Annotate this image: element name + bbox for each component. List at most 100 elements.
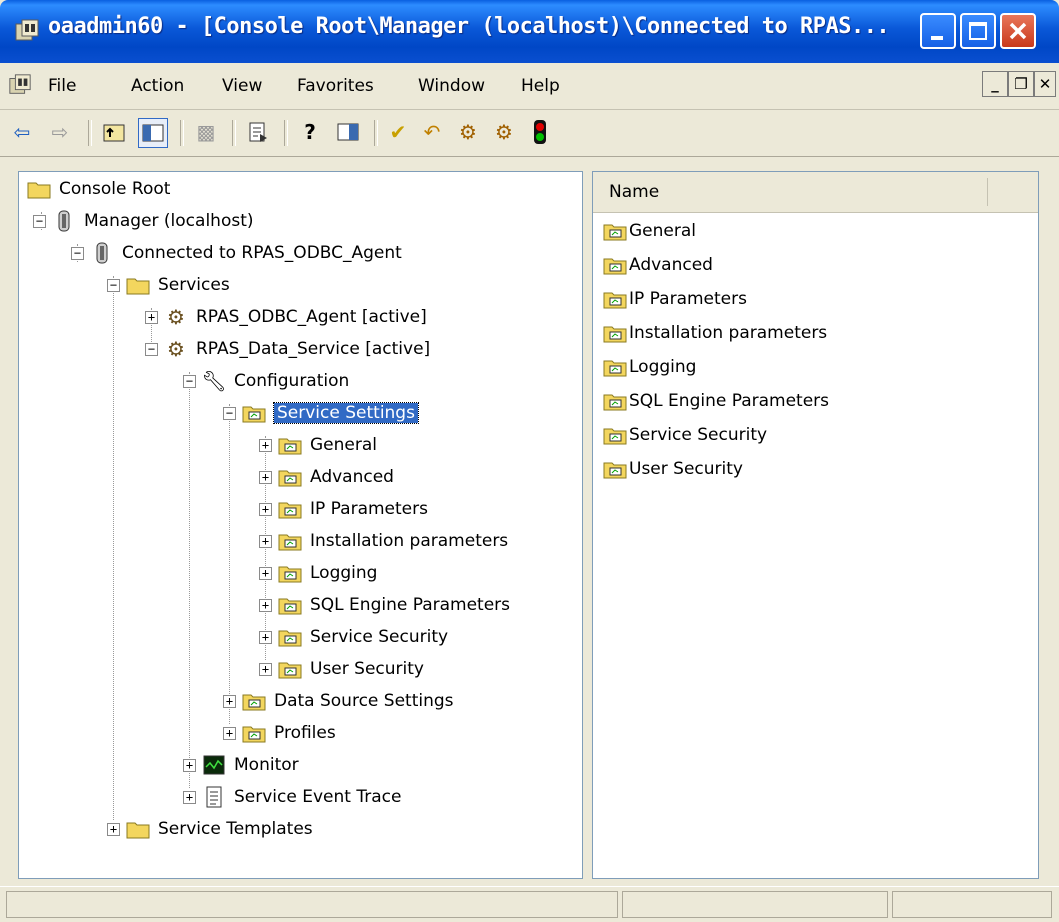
collapse-icon[interactable]: − — [33, 214, 46, 228]
expand-icon[interactable]: + — [183, 790, 196, 804]
monitor-icon — [202, 754, 226, 776]
start-service-button[interactable]: ⚙ — [454, 118, 482, 146]
tree-item-profiles[interactable]: + Profiles — [223, 718, 336, 748]
tree-item-logging[interactable]: + Logging — [259, 558, 377, 588]
menu-window[interactable]: Window — [418, 76, 485, 96]
child-close-button[interactable]: ✕ — [1034, 71, 1056, 97]
show-hide-console-tree-button[interactable] — [138, 118, 168, 148]
traffic-light-icon — [534, 120, 546, 144]
collapse-icon[interactable]: − — [223, 406, 236, 420]
expand-icon[interactable]: + — [259, 502, 272, 516]
child-restore-button[interactable]: ❐ — [1008, 71, 1034, 97]
details-pane[interactable]: Name General Advanced IP Parameters Inst… — [592, 171, 1039, 879]
title-bar[interactable]: oaadmin60 - [Console Root\Manager (local… — [0, 0, 1059, 63]
list-item[interactable]: Service Security — [603, 420, 767, 450]
tree-label: Console Root — [59, 179, 171, 199]
expand-icon[interactable]: + — [259, 662, 272, 676]
list-item[interactable]: Installation parameters — [603, 318, 827, 348]
show-hide-action-pane-button[interactable] — [334, 118, 362, 146]
settings-folder-icon — [603, 356, 627, 378]
service-gears-icon: ⚙ — [167, 337, 185, 361]
list-item[interactable]: General — [603, 216, 696, 246]
tree-item-service-templates[interactable]: + Service Templates — [107, 814, 313, 844]
export-list-icon — [249, 122, 267, 142]
document-icon — [202, 786, 226, 808]
tree-item-connected[interactable]: − Connected to RPAS_ODBC_Agent — [71, 238, 402, 268]
expand-icon[interactable]: + — [259, 598, 272, 612]
expand-icon[interactable]: + — [107, 822, 120, 836]
collapse-icon[interactable]: − — [183, 374, 196, 388]
minimize-icon: _ — [991, 75, 999, 93]
list-item-label: Logging — [629, 357, 697, 377]
tree-item-configuration[interactable]: − 🔧︎ Configuration — [183, 366, 349, 396]
expand-icon[interactable]: + — [259, 438, 272, 452]
expand-icon[interactable]: + — [223, 726, 236, 740]
tree-item-sql-engine-parameters[interactable]: + SQL Engine Parameters — [259, 590, 510, 620]
back-button[interactable]: ⇦ — [8, 118, 36, 146]
status-light-button[interactable] — [526, 118, 554, 146]
expand-icon[interactable]: + — [145, 310, 158, 324]
tree-label: Manager (localhost) — [84, 211, 254, 231]
export-list-button[interactable] — [244, 118, 272, 146]
undo-button[interactable]: ↶ — [418, 118, 446, 146]
document-icon[interactable] — [8, 73, 32, 97]
list-item[interactable]: Advanced — [603, 250, 713, 280]
column-divider[interactable] — [987, 178, 988, 206]
list-item[interactable]: IP Parameters — [603, 284, 747, 314]
help-button[interactable]: ? — [296, 118, 324, 146]
tree-item-manager[interactable]: − Manager (localhost) — [33, 206, 254, 236]
tree-item-services[interactable]: − Services — [107, 270, 230, 300]
child-minimize-button[interactable]: _ — [982, 71, 1008, 97]
tree-label: Advanced — [310, 467, 394, 487]
expand-icon[interactable]: + — [223, 694, 236, 708]
forward-button[interactable]: ⇨ — [46, 118, 74, 146]
console-tree[interactable]: Console Root − Manager (localhost) − Con… — [18, 171, 583, 879]
close-button[interactable] — [1000, 13, 1036, 49]
status-segment — [6, 891, 618, 918]
delete-button[interactable]: ▩ — [192, 118, 220, 146]
column-header-name[interactable]: Name — [609, 182, 659, 202]
tree-item-user-security[interactable]: + User Security — [259, 654, 424, 684]
tree-item-service-settings[interactable]: − Service Settings — [223, 398, 419, 428]
collapse-icon[interactable]: − — [145, 342, 158, 356]
minimize-button[interactable] — [920, 13, 956, 49]
tree-label: Data Source Settings — [274, 691, 454, 711]
menu-view[interactable]: View — [222, 76, 262, 96]
tree-item-console-root[interactable]: Console Root — [27, 174, 170, 204]
expand-icon[interactable]: + — [259, 566, 272, 580]
menu-file[interactable]: File — [48, 76, 76, 96]
collapse-icon[interactable]: − — [71, 246, 84, 260]
forward-arrow-icon: ⇨ — [51, 120, 69, 144]
tree-item-advanced[interactable]: + Advanced — [259, 462, 394, 492]
expand-icon[interactable]: + — [259, 630, 272, 644]
expand-icon[interactable]: + — [183, 758, 196, 772]
up-one-level-button[interactable] — [100, 118, 128, 146]
settings-folder-icon — [278, 626, 302, 648]
menu-action[interactable]: Action — [131, 76, 184, 96]
stop-service-button[interactable]: ⚙ — [490, 118, 518, 146]
tree-item-data-source-settings[interactable]: + Data Source Settings — [223, 686, 454, 716]
tree-label: Monitor — [234, 755, 299, 775]
undo-icon: ↶ — [423, 120, 441, 144]
list-item[interactable]: Logging — [603, 352, 696, 382]
tree-label: Connected to RPAS_ODBC_Agent — [122, 243, 402, 263]
tree-item-ip-parameters[interactable]: + IP Parameters — [259, 494, 428, 524]
apply-button[interactable]: ✔ — [384, 118, 412, 146]
maximize-button[interactable] — [960, 13, 996, 49]
collapse-icon[interactable]: − — [107, 278, 120, 292]
tree-item-agent-service[interactable]: + ⚙ RPAS_ODBC_Agent [active] — [145, 302, 427, 332]
list-item-label: Advanced — [629, 255, 713, 275]
menu-favorites[interactable]: Favorites — [297, 76, 374, 96]
tree-item-monitor[interactable]: + Monitor — [183, 750, 299, 780]
menu-help[interactable]: Help — [521, 76, 560, 96]
list-item[interactable]: User Security — [603, 454, 743, 484]
server-icon — [52, 210, 76, 232]
tree-item-data-service[interactable]: − ⚙ RPAS_Data_Service [active] — [145, 334, 430, 364]
tree-item-service-security[interactable]: + Service Security — [259, 622, 448, 652]
tree-item-general[interactable]: + General — [259, 430, 377, 460]
expand-icon[interactable]: + — [259, 534, 272, 548]
list-item[interactable]: SQL Engine Parameters — [603, 386, 829, 416]
tree-item-event-trace[interactable]: + Service Event Trace — [183, 782, 401, 812]
expand-icon[interactable]: + — [259, 470, 272, 484]
tree-item-installation-parameters[interactable]: + Installation parameters — [259, 526, 508, 556]
